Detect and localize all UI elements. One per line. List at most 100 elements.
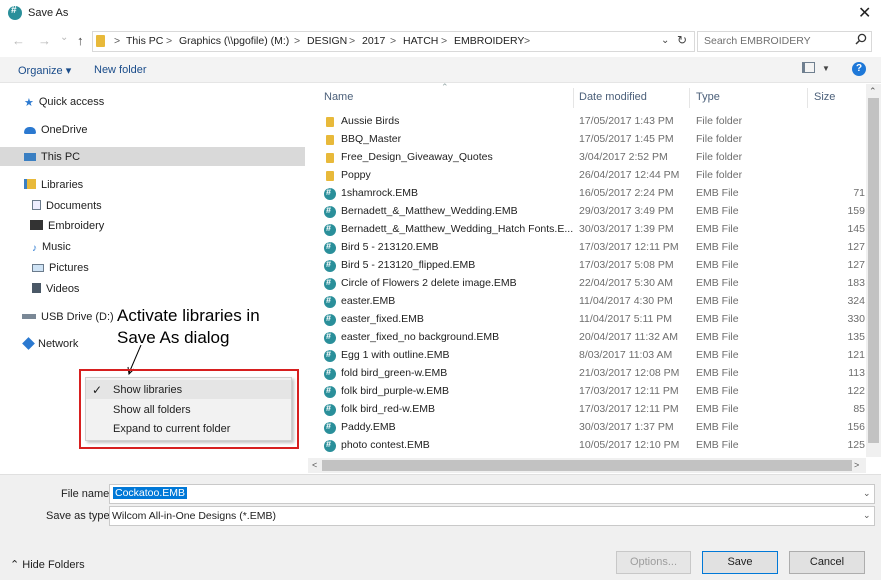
help-icon[interactable]: ? xyxy=(852,62,866,76)
emb-file-icon xyxy=(324,403,336,416)
save-as-type-dropdown-icon[interactable]: ⌄ xyxy=(863,510,871,521)
file-date-cell: 22/04/2017 5:30 AM xyxy=(579,277,673,289)
new-folder-button[interactable]: New folder xyxy=(94,64,147,76)
breadcrumb-2017[interactable]: 2017 xyxy=(362,35,385,47)
column-header-date-modified[interactable]: Date modified xyxy=(579,91,647,103)
file-type-cell: EMB File xyxy=(696,349,739,361)
close-icon[interactable]: ✕ xyxy=(858,3,871,23)
file-name-cell[interactable]: folk bird_purple-w.EMB xyxy=(341,385,575,397)
folder-icon xyxy=(326,171,334,181)
file-size-cell: 183 xyxy=(847,277,865,289)
emb-file-icon xyxy=(324,349,336,362)
emb-file-icon xyxy=(324,223,336,236)
file-name-cell[interactable]: Free_Design_Giveaway_Quotes xyxy=(341,151,575,163)
column-divider[interactable] xyxy=(689,88,690,108)
file-name-cell[interactable]: easter_fixed_no background.EMB xyxy=(341,331,575,343)
emb-file-icon xyxy=(324,295,336,308)
menu-item-show-libraries[interactable]: Show libraries xyxy=(113,384,182,396)
back-arrow-icon[interactable]: ← xyxy=(12,33,25,48)
libraries-icon xyxy=(24,179,36,189)
sidebar-item-libraries[interactable]: Libraries xyxy=(24,179,83,191)
scroll-up-icon[interactable]: ⌃ xyxy=(869,86,877,97)
file-date-cell: 17/05/2017 1:43 PM xyxy=(579,115,674,127)
forward-arrow-icon[interactable]: → xyxy=(38,33,51,48)
breadcrumb-this-pc[interactable]: This PC xyxy=(126,35,163,47)
file-date-cell: 29/03/2017 3:49 PM xyxy=(579,205,674,217)
breadcrumb-hatch[interactable]: HATCH xyxy=(403,35,438,47)
view-options-icon[interactable] xyxy=(802,62,815,73)
file-name-cell[interactable]: Bird 5 - 213120_flipped.EMB xyxy=(341,259,575,271)
column-header-size[interactable]: Size xyxy=(814,91,835,103)
file-name-cell[interactable]: easter.EMB xyxy=(341,295,575,307)
search-icon[interactable] xyxy=(855,33,867,48)
file-name-cell[interactable]: Egg 1 with outline.EMB xyxy=(341,349,575,361)
options-button[interactable]: Options... xyxy=(616,551,691,574)
file-name-cell[interactable]: photo contest.EMB xyxy=(341,439,575,451)
cancel-button[interactable]: Cancel xyxy=(789,551,865,574)
file-name-cell[interactable]: easter_fixed.EMB xyxy=(341,313,575,325)
column-header-type[interactable]: Type xyxy=(696,91,720,103)
file-name-label: File name: xyxy=(61,488,113,500)
embroidery-icon xyxy=(30,220,43,230)
file-date-cell: 26/04/2017 12:44 PM xyxy=(579,169,680,181)
file-name-cell[interactable]: Paddy.EMB xyxy=(341,421,575,433)
file-name-cell[interactable]: 1shamrock.EMB xyxy=(341,187,575,199)
file-type-cell: EMB File xyxy=(696,241,739,253)
file-type-cell: EMB File xyxy=(696,187,739,199)
organize-button[interactable]: Organize ▾ xyxy=(18,64,71,77)
sidebar-item-embroidery[interactable]: Embroidery xyxy=(30,220,104,232)
file-name-input[interactable] xyxy=(109,484,875,504)
scroll-left-icon[interactable]: < xyxy=(312,460,317,470)
column-divider[interactable] xyxy=(807,88,808,108)
file-name-cell[interactable]: fold bird_green-w.EMB xyxy=(341,367,575,379)
file-name-cell[interactable]: Circle of Flowers 2 delete image.EMB xyxy=(341,277,575,289)
hide-folders-button[interactable]: ⌃ Hide Folders xyxy=(10,558,85,571)
breadcrumb-graphics-drive[interactable]: Graphics (\\pgofile) (M:) xyxy=(179,35,289,47)
refresh-icon[interactable]: ↻ xyxy=(677,33,687,47)
recent-locations-chevron-icon[interactable]: ⌄ xyxy=(60,32,68,43)
sidebar-item-network[interactable]: Network xyxy=(22,337,78,350)
up-arrow-icon[interactable]: ↑ xyxy=(77,33,84,48)
file-type-cell: File folder xyxy=(696,169,743,181)
sidebar-item-videos[interactable]: Videos xyxy=(32,283,79,295)
emb-file-icon xyxy=(324,313,336,326)
folder-icon xyxy=(96,35,105,47)
file-size-cell: 330 xyxy=(847,313,865,325)
file-name-cell[interactable]: Poppy xyxy=(341,169,575,181)
file-name-cell[interactable]: Aussie Birds xyxy=(341,115,575,127)
file-name-cell[interactable]: Bird 5 - 213120.EMB xyxy=(341,241,575,253)
file-name-value[interactable]: Cockatoo.EMB xyxy=(113,487,188,499)
menu-item-expand-to-current-folder[interactable]: Expand to current folder xyxy=(113,423,230,435)
file-name-cell[interactable]: BBQ_Master xyxy=(341,133,575,145)
file-name-dropdown-icon[interactable]: ⌄ xyxy=(863,488,871,499)
sort-indicator-icon: ⌃ xyxy=(441,82,449,92)
sidebar-item-this-pc[interactable]: This PC xyxy=(24,151,80,163)
checkmark-icon: ✓ xyxy=(92,383,103,397)
column-divider[interactable] xyxy=(573,88,574,108)
sidebar-item-quick-access[interactable]: ★ Quick access xyxy=(24,96,104,109)
file-type-cell: EMB File xyxy=(696,331,739,343)
breadcrumb-separator: > xyxy=(349,35,356,47)
menu-item-show-all-folders[interactable]: Show all folders xyxy=(113,404,191,416)
sidebar-item-onedrive[interactable]: OneDrive xyxy=(24,124,87,136)
file-date-cell: 20/04/2017 11:32 AM xyxy=(579,331,679,343)
breadcrumb-design[interactable]: DESIGN xyxy=(307,35,347,47)
column-header-name[interactable]: Name xyxy=(324,91,353,103)
sidebar-item-documents[interactable]: Documents xyxy=(32,200,102,212)
view-dropdown-icon[interactable]: ▼ xyxy=(822,64,830,73)
emb-file-icon xyxy=(324,205,336,218)
breadcrumb-embroidery[interactable]: EMBROIDERY xyxy=(454,35,524,47)
save-button[interactable]: Save xyxy=(702,551,778,574)
file-name-cell[interactable]: Bernadett_&_Matthew_Wedding.EMB xyxy=(341,205,575,217)
sidebar-item-music[interactable]: ♪ Music xyxy=(32,241,71,254)
file-type-cell: EMB File xyxy=(696,277,739,289)
sidebar-item-usb-drive[interactable]: USB Drive (D:) xyxy=(22,311,114,323)
scroll-right-icon[interactable]: > xyxy=(854,460,859,470)
file-name-cell[interactable]: Bernadett_&_Matthew_Wedding_Hatch Fonts.… xyxy=(341,223,575,235)
vertical-scroll-thumb[interactable] xyxy=(868,98,879,443)
address-dropdown-icon[interactable]: ⌄ xyxy=(661,35,669,46)
pictures-icon xyxy=(32,264,44,272)
file-name-cell[interactable]: folk bird_red-w.EMB xyxy=(341,403,575,415)
horizontal-scroll-thumb[interactable] xyxy=(322,460,852,471)
sidebar-item-pictures[interactable]: Pictures xyxy=(32,262,89,274)
